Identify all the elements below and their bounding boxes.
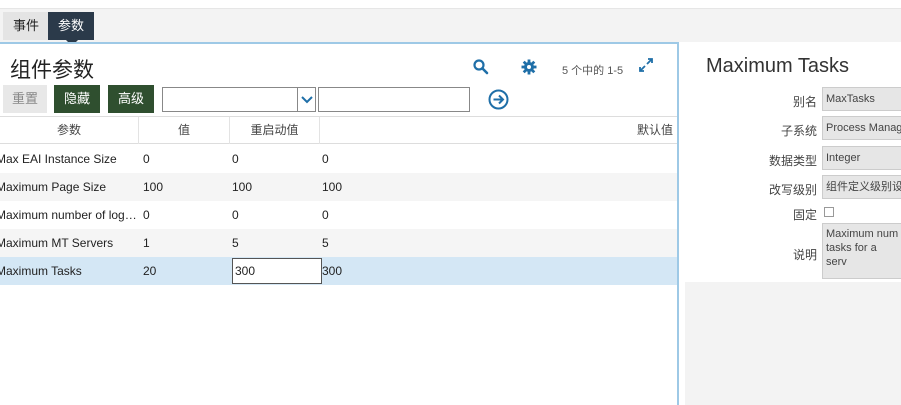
cell-parameter: Maximum number of log fil...: [0, 208, 139, 222]
description-field[interactable]: Maximum num tasks for a serv: [822, 223, 901, 279]
tab-events[interactable]: 事件: [3, 12, 50, 40]
chevron-down-icon[interactable]: [297, 88, 315, 111]
component-parameters-panel: 组件参数 5 个中的 1-5 重置 隐藏 高级 参数 值 重启动值 默认值 Ma…: [0, 42, 679, 405]
cell-default-value: 0: [322, 208, 329, 222]
cell-parameter: Maximum Page Size: [0, 180, 107, 194]
cell-default-value: 0: [322, 152, 329, 166]
fixed-label: 固定: [792, 208, 817, 222]
advanced-button[interactable]: 高级: [108, 85, 154, 113]
page-title: 组件参数: [10, 59, 94, 82]
cell-parameter: Maximum Tasks: [0, 264, 82, 278]
cell-parameter: Maximum MT Servers: [0, 236, 114, 250]
search-icon[interactable]: [472, 58, 490, 76]
subsystem-field[interactable]: Process Manag: [822, 116, 901, 140]
cell-value: 20: [143, 264, 157, 278]
alias-label: 别名: [792, 95, 817, 109]
gear-icon[interactable]: [520, 58, 538, 76]
column-header-value[interactable]: 值: [139, 117, 230, 144]
table-header: 参数 值 重启动值 默认值: [0, 116, 677, 144]
query-value-input[interactable]: [318, 87, 470, 112]
reset-button[interactable]: 重置: [3, 85, 47, 113]
cell-restart-value: 0: [232, 208, 239, 222]
go-arrow-icon[interactable]: [488, 89, 509, 110]
cell-value: 0: [143, 208, 150, 222]
cell-default-value: 5: [322, 236, 329, 250]
detail-title: Maximum Tasks: [706, 55, 849, 77]
subsystem-label: 子系统: [780, 124, 817, 138]
column-header-parameter[interactable]: 参数: [0, 117, 139, 144]
table-row[interactable]: Max EAI Instance Size 0 0 0: [0, 145, 677, 173]
restart-value-input[interactable]: 300: [232, 258, 322, 284]
parameter-detail-panel: Maximum Tasks 别名 MaxTasks 子系统 Process Ma…: [685, 42, 901, 405]
fixed-checkbox[interactable]: [824, 207, 834, 217]
top-bar: 事件 参数: [0, 0, 901, 46]
cell-restart-value: 100: [232, 180, 253, 194]
cell-default-value: 100: [322, 180, 343, 194]
description-label: 说明: [792, 248, 817, 262]
table-row[interactable]: Maximum Page Size 100 100 100: [0, 173, 677, 201]
override-level-field[interactable]: 组件定义级别设: [822, 175, 901, 199]
tab-parameters[interactable]: 参数: [48, 12, 95, 46]
query-field-select[interactable]: [162, 87, 316, 112]
cell-value: 0: [143, 152, 150, 166]
tab-strip: [0, 8, 901, 42]
alias-field[interactable]: MaxTasks: [822, 87, 901, 111]
datatype-label: 数据类型: [768, 154, 817, 168]
override-level-label: 改写级别: [768, 183, 817, 197]
cell-parameter: Max EAI Instance Size: [0, 152, 117, 166]
detail-form: 别名 MaxTasks 子系统 Process Manag 数据类型 Integ…: [685, 82, 901, 282]
hide-button[interactable]: 隐藏: [54, 85, 100, 113]
column-header-default-value[interactable]: 默认值: [320, 117, 677, 144]
table-row[interactable]: Maximum MT Servers 1 5 5: [0, 229, 677, 257]
table-row[interactable]: Maximum number of log fil... 0 0 0: [0, 201, 677, 229]
cell-value: 1: [143, 236, 150, 250]
cell-restart-value: 0: [232, 152, 239, 166]
expand-icon[interactable]: [638, 57, 656, 75]
datatype-field[interactable]: Integer: [822, 146, 901, 170]
cell-restart-value: 5: [232, 236, 239, 250]
column-header-restart-value[interactable]: 重启动值: [230, 117, 320, 144]
record-count: 5 个中的 1-5: [562, 65, 624, 77]
detail-header: Maximum Tasks: [685, 42, 901, 82]
table-row-selected[interactable]: Maximum Tasks 20 300 300: [0, 257, 677, 285]
cell-default-value: 300: [322, 264, 343, 278]
cell-value: 100: [143, 180, 164, 194]
